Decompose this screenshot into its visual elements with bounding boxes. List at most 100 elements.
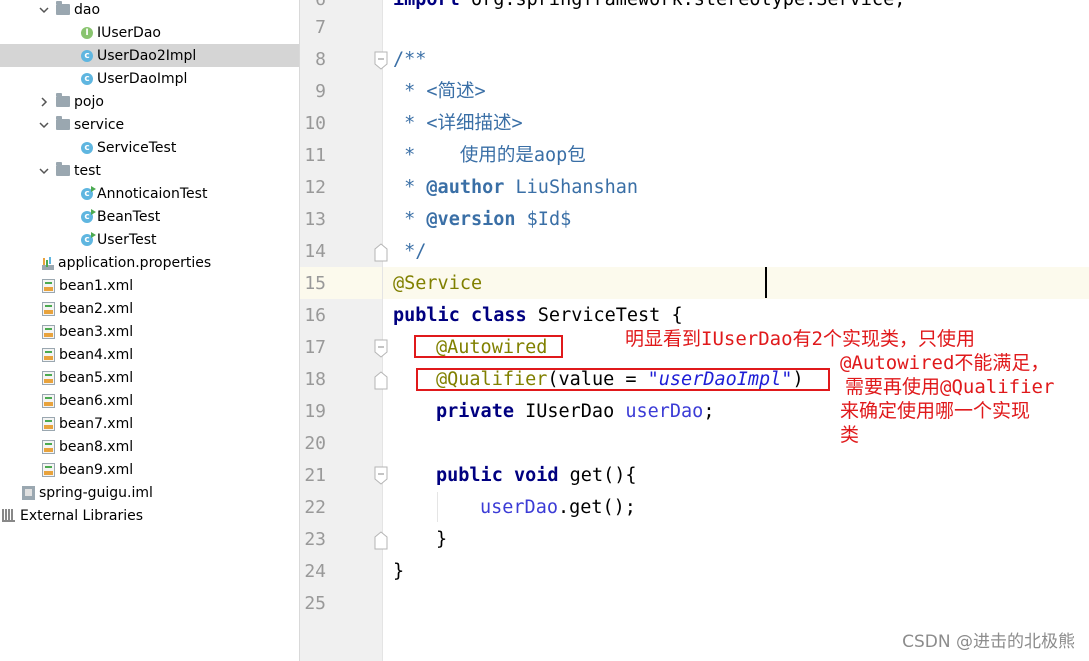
chevron-down-icon[interactable] [38, 165, 50, 177]
annotation-note: 类 [840, 424, 860, 446]
line-number: 18 [304, 369, 326, 390]
tree-item-label: BeanTest [97, 208, 161, 225]
line-number: 11 [304, 145, 326, 166]
xml-file-icon [42, 439, 55, 454]
tree-item-annoticaiontest[interactable]: c AnnoticaionTest [0, 182, 299, 205]
code-line-10: * <详细描述> [393, 113, 523, 134]
tree-item-label: bean6.xml [59, 392, 134, 409]
code-line-12: * @author LiuShanshan [393, 172, 638, 204]
tree-item-bean9-xml[interactable]: bean9.xml [0, 458, 299, 481]
line-number: 20 [304, 433, 326, 454]
code-token: private [436, 401, 514, 422]
code-line-15: @Service [393, 273, 483, 294]
tree-item-label: pojo [74, 93, 104, 110]
tree-item-label: bean3.xml [59, 323, 134, 340]
chevron-down-icon[interactable] [38, 4, 50, 16]
annotation-note: 需要再使用@Qualifier [845, 376, 1055, 398]
tree-item-label: AnnoticaionTest [97, 185, 208, 202]
xml-file-icon [42, 301, 55, 316]
tree-item-bean5-xml[interactable]: bean5.xml [0, 366, 299, 389]
tree-folder-pojo[interactable]: pojo [0, 90, 299, 113]
folder-icon [56, 1, 70, 15]
folder-icon [56, 162, 70, 176]
tree-item-label: UserDaoImpl [97, 70, 188, 87]
tree-item-userdao2impl[interactable]: c UserDao2Impl [0, 44, 299, 67]
xml-file-icon [42, 416, 55, 431]
xml-file-icon [42, 324, 55, 339]
tree-item-bean8-xml[interactable]: bean8.xml [0, 435, 299, 458]
class-icon: c [81, 49, 93, 62]
tree-item-bean1-xml[interactable]: bean1.xml [0, 274, 299, 297]
tree-item-label: spring-guigu.iml [39, 484, 153, 501]
annotation-note: 明显看到IUserDao有2个实现类，只使用 [625, 328, 975, 350]
line-number: 7 [315, 17, 326, 38]
code-token: @version [426, 209, 516, 230]
tree-item-bean6-xml[interactable]: bean6.xml [0, 389, 299, 412]
tree-item-beantest[interactable]: c BeanTest [0, 205, 299, 228]
project-tree: dao I IUserDao c UserDao2Impl c UserDaoI… [0, 0, 300, 661]
code-line-8: /** [393, 49, 427, 70]
tree-folder-service[interactable]: service [0, 113, 299, 136]
line-number: 10 [304, 113, 326, 134]
folder-icon [56, 93, 70, 107]
chevron-down-icon[interactable] [38, 119, 50, 131]
code-token: import [393, 0, 460, 10]
code-line-9: * <简述> [393, 81, 486, 102]
indent-guide [437, 492, 438, 522]
tree-item-label: bean1.xml [59, 277, 134, 294]
tree-item-spring-guigu-iml[interactable]: spring-guigu.iml [0, 481, 299, 504]
line-number: 8 [315, 49, 326, 70]
tree-item-iuserdao[interactable]: I IUserDao [0, 21, 299, 44]
xml-file-icon [42, 393, 55, 408]
line-number: 16 [304, 305, 326, 326]
tree-item-userdaoimpl[interactable]: c UserDaoImpl [0, 67, 299, 90]
tree-item-usertest[interactable]: c UserTest [0, 228, 299, 251]
tree-item-bean4-xml[interactable]: bean4.xml [0, 343, 299, 366]
code-token: IUserDao [513, 401, 626, 422]
interface-icon: I [81, 26, 93, 39]
xml-file-icon [42, 462, 55, 477]
code-token: userDao [480, 497, 558, 518]
tree-folder-dao[interactable]: dao [0, 0, 299, 21]
fold-end-icon[interactable] [373, 370, 389, 390]
code-line-14: */ [393, 241, 427, 262]
tree-item-bean2-xml[interactable]: bean2.xml [0, 297, 299, 320]
code-token: LiuShanshan [504, 177, 639, 198]
code-line-23: } [436, 529, 448, 550]
tree-item-label: bean2.xml [59, 300, 134, 317]
fold-toggle-icon[interactable] [373, 466, 389, 486]
gutter-divider [382, 0, 383, 661]
tree-item-label: application.properties [58, 254, 212, 271]
code-line-19: private IUserDao userDao; [436, 396, 714, 428]
tree-folder-test[interactable]: test [0, 159, 299, 182]
code-token: org.springframework.stereotype.Service; [460, 0, 905, 10]
folder-icon [56, 116, 70, 130]
tree-item-bean3-xml[interactable]: bean3.xml [0, 320, 299, 343]
xml-file-icon [42, 370, 55, 385]
tree-item-label: UserTest [97, 231, 157, 248]
tree-item-application-properties[interactable]: application.properties [0, 251, 299, 274]
code-line-11: * 使用的是aop包 [393, 145, 586, 166]
highlight-box-autowired [414, 335, 563, 358]
xml-file-icon [42, 347, 55, 362]
fold-end-icon[interactable] [373, 242, 389, 262]
test-class-icon: c [81, 185, 96, 200]
code-token: ; [703, 401, 715, 422]
code-token: ServiceTest { [526, 305, 683, 326]
chevron-right-icon[interactable] [38, 96, 50, 108]
tree-item-label: bean8.xml [59, 438, 134, 455]
line-number: 14 [304, 241, 326, 262]
text-caret [765, 267, 767, 298]
fold-toggle-icon[interactable] [373, 51, 389, 71]
line-number: 21 [304, 465, 326, 486]
watermark: CSDN @进击的北极熊 [902, 632, 1075, 652]
tree-item-servicetest[interactable]: c ServiceTest [0, 136, 299, 159]
fold-toggle-icon[interactable] [373, 339, 389, 359]
tree-item-bean7-xml[interactable]: bean7.xml [0, 412, 299, 435]
tree-item-external-libraries[interactable]: External Libraries [0, 504, 299, 527]
tree-item-label: UserDao2Impl [97, 47, 197, 64]
code-line-6: import org.springframework.stereotype.Se… [393, 0, 905, 16]
properties-file-icon [42, 255, 54, 270]
fold-end-icon[interactable] [373, 530, 389, 550]
libraries-icon [2, 509, 16, 522]
